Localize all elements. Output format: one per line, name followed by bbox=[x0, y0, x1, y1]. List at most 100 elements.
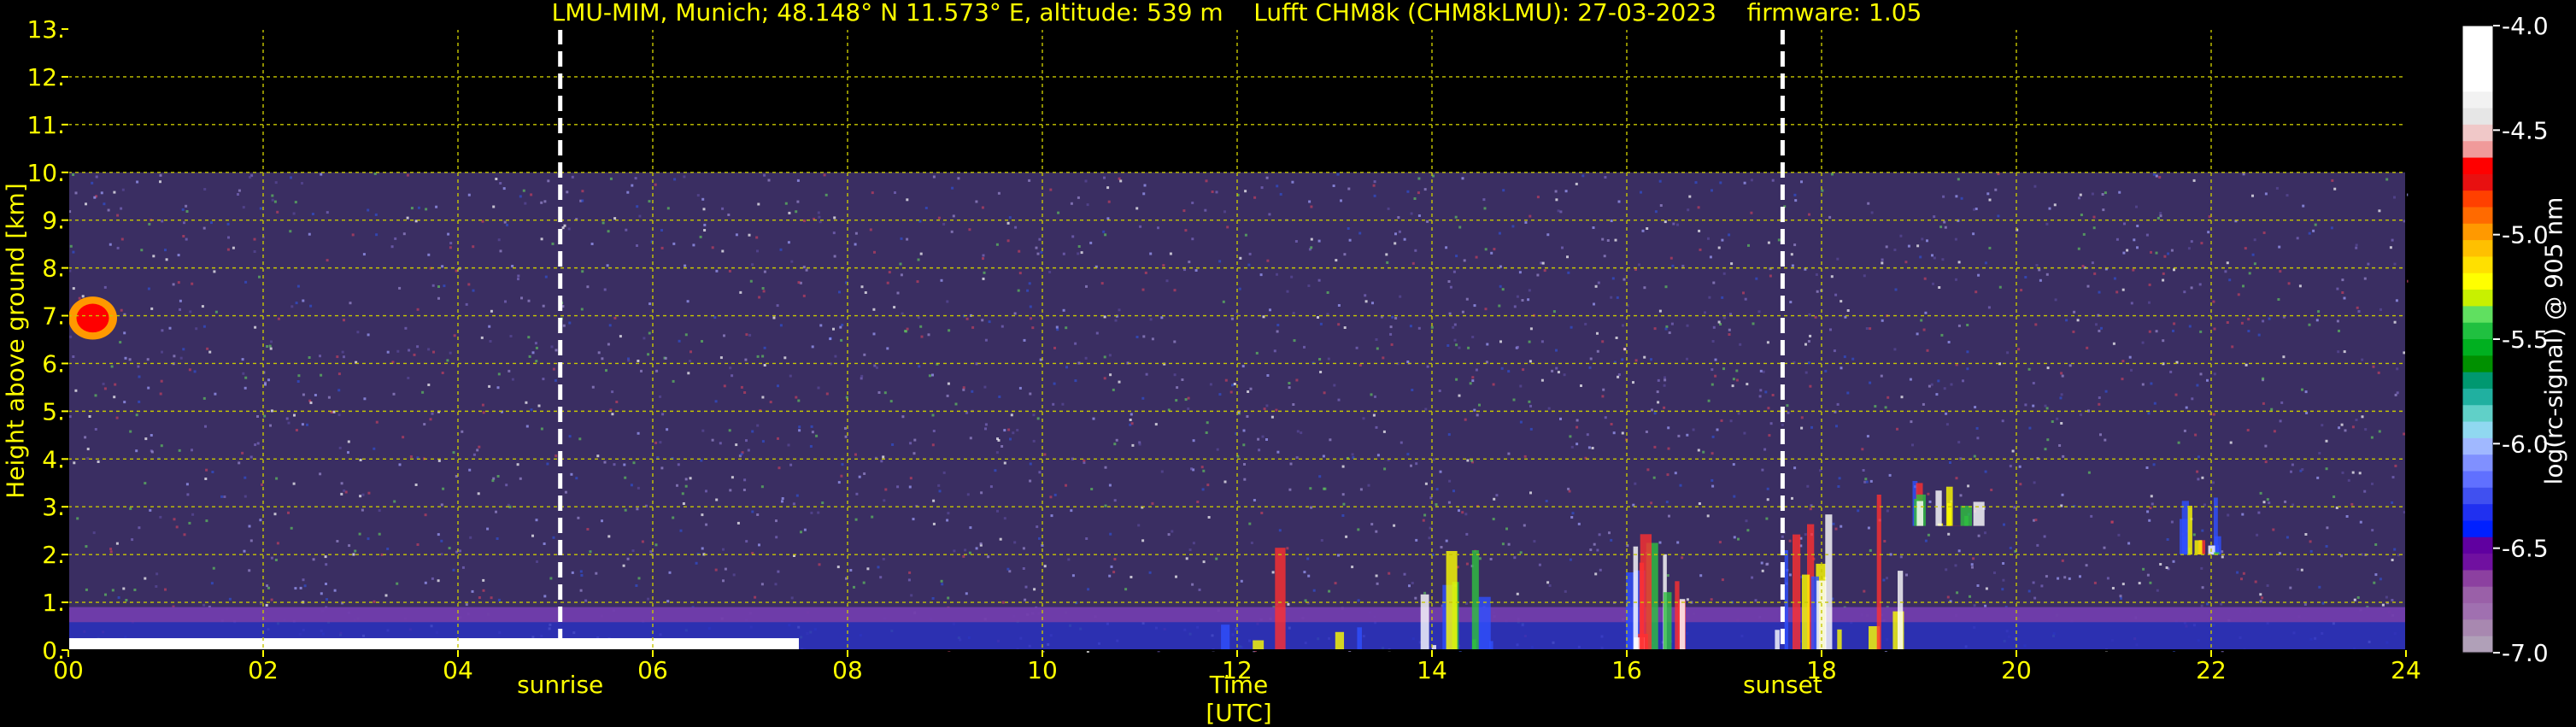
noise-speck bbox=[1765, 518, 1768, 520]
noise-speck bbox=[2045, 575, 2048, 577]
noise-speck bbox=[1323, 455, 1325, 458]
noise-speck bbox=[1054, 494, 1057, 496]
noise-speck bbox=[2207, 231, 2209, 233]
noise-speck bbox=[975, 201, 977, 203]
noise-speck bbox=[138, 526, 140, 529]
noise-speck bbox=[1455, 216, 1458, 219]
noise-speck bbox=[289, 230, 291, 232]
noise-speck bbox=[796, 495, 799, 497]
noise-speck bbox=[798, 281, 801, 284]
noise-speck bbox=[1347, 188, 1350, 191]
noise-speck bbox=[966, 318, 969, 320]
noise-speck bbox=[2102, 193, 2104, 196]
noise-speck bbox=[2167, 253, 2169, 255]
noise-speck bbox=[2159, 212, 2162, 214]
noise-speck bbox=[244, 495, 247, 498]
noise-speck bbox=[1672, 223, 1675, 226]
cloud-cluster-column bbox=[1335, 632, 1344, 650]
noise-speck bbox=[1710, 255, 1712, 258]
noise-speck bbox=[735, 443, 737, 446]
noise-speck bbox=[2054, 203, 2057, 206]
noise-speck bbox=[1186, 557, 1188, 560]
noise-speck bbox=[654, 184, 657, 186]
noise-speck bbox=[1109, 373, 1112, 376]
noise-speck bbox=[2163, 255, 2166, 258]
noise-speck bbox=[964, 548, 966, 551]
noise-speck bbox=[2301, 389, 2303, 391]
noise-speck bbox=[1018, 250, 1020, 253]
noise-speck bbox=[1815, 316, 1817, 319]
colorbar-segment bbox=[2462, 290, 2493, 307]
noise-speck bbox=[666, 428, 668, 431]
noise-speck bbox=[770, 401, 772, 403]
noise-speck bbox=[1313, 589, 1316, 592]
noise-speck bbox=[546, 463, 549, 466]
noise-speck bbox=[1418, 327, 1421, 330]
x-tick-label: 10 bbox=[1027, 656, 1058, 684]
noise-speck bbox=[69, 336, 72, 338]
y-tick-label: 9. bbox=[42, 207, 65, 235]
noise-speck bbox=[748, 449, 750, 452]
colorbar-segment bbox=[2462, 207, 2493, 224]
noise-speck bbox=[1103, 177, 1106, 179]
noise-speck bbox=[712, 246, 714, 249]
noise-speck bbox=[161, 220, 163, 222]
noise-speck bbox=[1958, 325, 1961, 327]
noise-speck bbox=[275, 478, 278, 480]
noise-speck bbox=[1306, 558, 1309, 560]
noise-speck bbox=[1455, 343, 1458, 346]
noise-speck bbox=[116, 417, 119, 419]
noise-speck bbox=[750, 280, 753, 283]
noise-speck bbox=[2326, 440, 2328, 443]
noise-speck bbox=[2363, 490, 2366, 493]
noise-speck bbox=[2051, 420, 2054, 423]
noise-speck bbox=[569, 435, 572, 437]
noise-speck bbox=[1857, 509, 1859, 512]
noise-speck bbox=[1660, 204, 1663, 207]
noise-speck bbox=[2257, 512, 2260, 514]
noise-speck bbox=[812, 345, 814, 348]
noise-speck bbox=[1667, 473, 1669, 476]
noise-speck bbox=[343, 490, 345, 492]
noise-speck bbox=[697, 194, 700, 196]
noise-speck bbox=[1721, 419, 1723, 422]
noise-speck bbox=[1195, 269, 1198, 272]
cloud-cluster-column bbox=[1964, 516, 1969, 526]
colorbar-segment bbox=[2462, 59, 2493, 76]
noise-speck bbox=[1415, 539, 1417, 542]
noise-speck bbox=[1667, 574, 1669, 577]
noise-speck bbox=[803, 295, 806, 297]
noise-speck bbox=[2046, 273, 2049, 276]
noise-speck bbox=[1242, 443, 1245, 446]
noise-speck bbox=[1096, 332, 1099, 335]
noise-speck bbox=[490, 340, 492, 343]
noise-speck bbox=[446, 359, 449, 361]
noise-speck bbox=[1768, 434, 1770, 437]
noise-speck bbox=[1997, 214, 1999, 217]
noise-speck bbox=[1286, 547, 1288, 549]
noise-speck bbox=[581, 190, 584, 192]
noise-speck bbox=[1808, 361, 1810, 364]
noise-speck bbox=[1388, 572, 1390, 575]
noise-speck bbox=[2087, 285, 2090, 288]
x-tick-label: 08 bbox=[832, 656, 863, 684]
noise-speck bbox=[863, 472, 866, 475]
noise-speck bbox=[2391, 599, 2393, 601]
noise-speck bbox=[497, 386, 500, 389]
noise-speck bbox=[244, 281, 247, 284]
noise-speck bbox=[635, 177, 637, 179]
noise-speck bbox=[1203, 560, 1206, 563]
noise-speck bbox=[1028, 179, 1030, 182]
noise-speck bbox=[1175, 576, 1177, 578]
noise-speck bbox=[1542, 262, 1545, 265]
noise-speck bbox=[2080, 194, 2082, 196]
noise-speck bbox=[257, 443, 260, 445]
noise-speck bbox=[1851, 358, 1854, 361]
noise-speck bbox=[1202, 470, 1205, 472]
noise-speck bbox=[1528, 401, 1530, 403]
noise-speck bbox=[568, 322, 571, 325]
noise-speck bbox=[1665, 325, 1668, 328]
noise-speck bbox=[86, 457, 89, 460]
noise-speck bbox=[2396, 299, 2398, 302]
noise-speck bbox=[1927, 349, 1929, 352]
